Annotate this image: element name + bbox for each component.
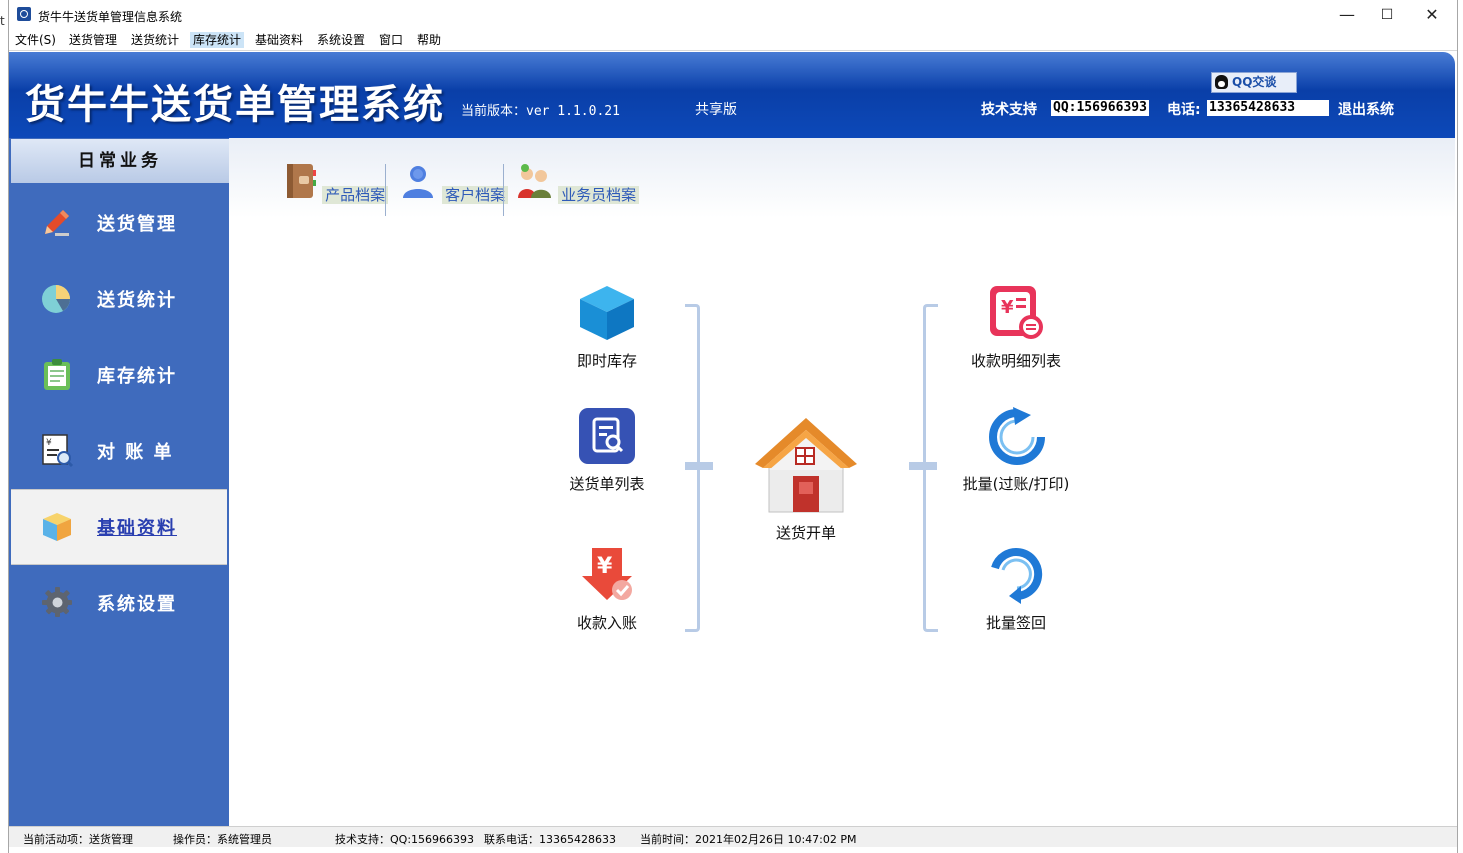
status-current-activity: 当前活动项：送货管理 (23, 833, 133, 846)
sidebar-item-label: 基础资料 (97, 518, 177, 539)
sidebar-item-statement[interactable]: ¥ 对 账 单 (11, 414, 227, 488)
left-connector (685, 462, 713, 470)
status-support: 技术支持：QQ:156966393 (335, 833, 475, 846)
cube-icon (580, 286, 634, 340)
app-window: 货牛牛送货单管理信息系统 — ☐ ✕ 文件(S) 送货管理 送货统计 库存统计 … (8, 0, 1458, 853)
func-label: 批量(过账/打印) (962, 475, 1070, 493)
quick-customer-archive[interactable]: 客户档案 (399, 162, 509, 204)
status-bar: 当前活动项：送货管理 操作员：系统管理员 技术支持：QQ:156966393 联… (9, 826, 1457, 847)
menu-help[interactable]: 帮助 (414, 32, 444, 48)
yen-receive-icon: ¥ (582, 548, 632, 600)
maximize-button[interactable]: ☐ (1367, 2, 1407, 28)
sidebar-item-label: 送货管理 (97, 214, 177, 235)
menu-system-settings[interactable]: 系统设置 (314, 32, 368, 48)
func-label: 批量签回 (985, 614, 1046, 632)
support-qq-number: QQ:156966393 (1051, 100, 1149, 116)
salesperson-icon (518, 164, 551, 198)
func-label: 收款入账 (576, 614, 637, 632)
func-payment-receipt[interactable]: ¥ 收款入账 (557, 546, 657, 633)
statement-search-icon: ¥ (42, 434, 74, 468)
phone-label: 电话: (1167, 102, 1201, 118)
func-batch-sign-back[interactable]: 批量签回 (946, 546, 1086, 633)
version-text: 当前版本：ver 1.1.0.21 (461, 104, 620, 119)
quick-label: 客户档案 (442, 186, 509, 204)
quick-product-archive[interactable]: 产品档案 (279, 162, 389, 204)
right-connector (909, 462, 937, 470)
receipt-exchange-icon: ¥ (990, 286, 1043, 339)
quick-separator (385, 164, 386, 216)
svg-text:¥: ¥ (1001, 297, 1014, 318)
menu-window[interactable]: 窗口 (376, 32, 406, 48)
menu-bar: 文件(S) 送货管理 送货统计 库存统计 基础资料 系统设置 窗口 帮助 (9, 30, 1457, 51)
quick-label: 业务员档案 (558, 186, 640, 204)
menu-delivery-statistics[interactable]: 送货统计 (128, 32, 182, 48)
func-label: 即时库存 (576, 352, 637, 370)
func-label: 送货开单 (775, 524, 836, 542)
title-bar: 货牛牛送货单管理信息系统 — ☐ ✕ (9, 0, 1457, 30)
clipboard-icon (44, 359, 70, 390)
status-time: 当前时间：2021年02月26日 10:47:02 PM (640, 833, 857, 846)
quick-separator (503, 164, 504, 216)
svg-text:¥: ¥ (597, 554, 613, 579)
sidebar: 日常业务 送货管理 送货统计 库存统计 ¥ 对 账 单 基础资料 系统设置 (9, 138, 229, 826)
house-icon (755, 418, 857, 513)
support-label: 技术支持 (981, 102, 1037, 118)
quick-label: 产品档案 (322, 186, 389, 204)
sidebar-item-basic-data[interactable]: 基础资料 (11, 489, 227, 565)
close-button[interactable]: ✕ (1412, 2, 1452, 28)
user-icon (403, 166, 433, 198)
sidebar-item-inventory-statistics[interactable]: 库存统计 (11, 338, 227, 412)
gear-icon (42, 587, 72, 617)
func-instant-inventory[interactable]: 即时库存 (557, 284, 657, 371)
qq-chat-button[interactable]: QQ交谈 (1211, 72, 1297, 93)
svg-text:¥: ¥ (46, 438, 52, 448)
menu-file[interactable]: 文件(S) (12, 32, 59, 48)
sidebar-item-delivery-statistics[interactable]: 送货统计 (11, 262, 227, 336)
background-window-strip: t (0, 0, 8, 853)
sidebar-header: 日常业务 (11, 139, 229, 183)
refresh-arrow-icon (989, 407, 1045, 465)
sidebar-item-label: 对 账 单 (97, 442, 174, 463)
func-batch-post-print[interactable]: 批量(过账/打印) (946, 407, 1086, 494)
menu-basic-data[interactable]: 基础资料 (252, 32, 306, 48)
book-icon (287, 164, 316, 198)
document-search-icon (579, 408, 635, 464)
status-operator: 操作员：系统管理员 (173, 833, 272, 846)
logout-button[interactable]: 退出系统 (1338, 99, 1394, 119)
pie-chart-icon (42, 285, 70, 313)
menu-inventory-statistics[interactable]: 库存统计 (190, 32, 245, 48)
support-phone-number: 13365428633 (1207, 100, 1329, 116)
sidebar-item-delivery-management[interactable]: 送货管理 (11, 186, 227, 260)
qq-chat-label: QQ交谈 (1232, 75, 1277, 89)
sidebar-item-label: 系统设置 (97, 594, 177, 615)
menu-delivery-management[interactable]: 送货管理 (66, 32, 120, 48)
app-logo-icon (17, 7, 31, 21)
quick-salesperson-archive[interactable]: 业务员档案 (515, 162, 640, 204)
func-label: 收款明细列表 (970, 352, 1061, 370)
func-label: 送货单列表 (569, 475, 645, 493)
header-banner: 货牛牛送货单管理系统 当前版本：ver 1.1.0.21 共享版 QQ交谈 技术… (9, 52, 1455, 138)
edition-text: 共享版 (695, 102, 737, 118)
sidebar-item-label: 送货统计 (97, 290, 177, 311)
status-phone: 联系电话：13365428633 (484, 833, 616, 846)
window-title: 货牛牛送货单管理信息系统 (38, 10, 183, 24)
minimize-button[interactable]: — (1327, 2, 1367, 28)
main-content: 产品档案 客户档案 业务员档案 即时库存 送货单列表 ¥ 收款入账 送货开单 ¥… (229, 138, 1455, 826)
func-create-delivery-order[interactable]: 送货开单 (746, 414, 866, 543)
sidebar-item-system-settings[interactable]: 系统设置 (11, 566, 227, 640)
cube-icon (43, 513, 71, 541)
sidebar-item-label: 库存统计 (97, 366, 177, 387)
func-payment-detail-list[interactable]: ¥ 收款明细列表 (946, 284, 1086, 371)
pencil-icon (45, 210, 69, 236)
qq-penguin-icon (1215, 75, 1228, 89)
banner-title: 货牛牛送货单管理系统 (25, 81, 445, 128)
return-arrow-icon (991, 548, 1043, 604)
func-delivery-list[interactable]: 送货单列表 (557, 407, 657, 494)
